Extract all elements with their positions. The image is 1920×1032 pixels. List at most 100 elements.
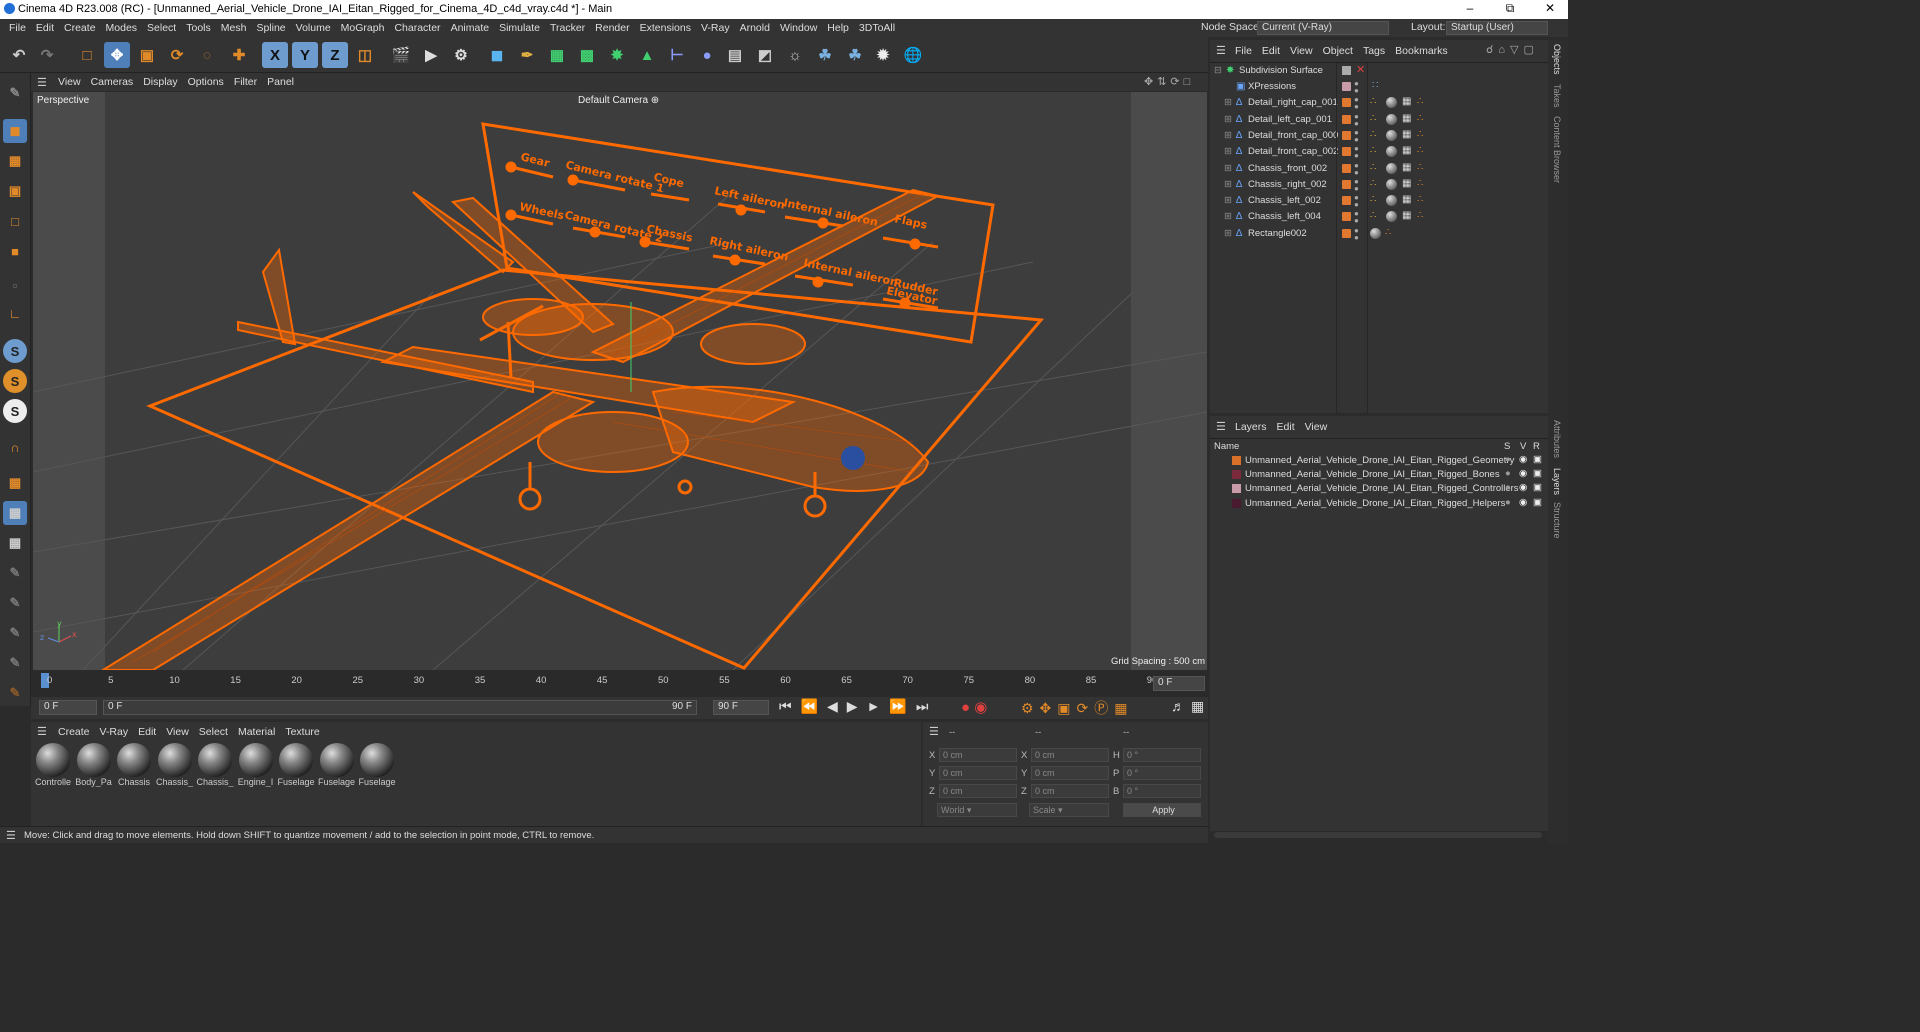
vray-tag-icon[interactable]: ∴ bbox=[1417, 210, 1423, 221]
eye-icon[interactable]: ◉ bbox=[1519, 482, 1527, 493]
collapse-icon[interactable]: ⊟ bbox=[1214, 65, 1222, 76]
layer-menu-item-1[interactable]: Edit bbox=[1272, 421, 1300, 433]
paint-icon[interactable]: ✎ bbox=[3, 561, 27, 585]
texture-tag-icon[interactable]: ▦ bbox=[1402, 162, 1411, 173]
layer-color-swatch[interactable] bbox=[1232, 470, 1241, 480]
constraint-tag-icon[interactable]: ∴ bbox=[1370, 145, 1376, 156]
layer-scrollbar[interactable] bbox=[1214, 832, 1542, 838]
material-swatch[interactable]: Fuselage bbox=[277, 743, 315, 793]
object-row[interactable]: ⊞ ∆ Detail_front_cap_002 ● ● ∴ ▦ ∴ bbox=[1210, 144, 1548, 160]
material-menu-item-6[interactable]: Texture bbox=[280, 726, 324, 738]
point-mode-icon[interactable]: ▣ bbox=[3, 179, 27, 203]
bend-deformer-icon[interactable]: ⊢ bbox=[664, 42, 690, 68]
vray-tag-icon[interactable]: ∴ bbox=[1385, 227, 1391, 238]
material-menu-item-4[interactable]: Select bbox=[194, 726, 233, 738]
layer-swatch[interactable] bbox=[1342, 147, 1351, 157]
object-search-icons[interactable]: ☌⌂▽▢ bbox=[1486, 43, 1539, 56]
texture-tag-icon[interactable]: ▦ bbox=[1402, 210, 1411, 221]
frame-range-slider[interactable]: 0 F 90 F bbox=[103, 700, 697, 715]
select-live-icon[interactable]: □ bbox=[74, 42, 100, 68]
texture-tag-icon[interactable]: ▦ bbox=[1402, 129, 1411, 140]
material-swatch[interactable]: Fuselage bbox=[358, 743, 396, 793]
menu-item-10[interactable]: Character bbox=[389, 22, 445, 34]
material-menu-item-2[interactable]: Edit bbox=[133, 726, 161, 738]
status-hamburger-icon[interactable]: ☰ bbox=[6, 829, 16, 842]
render-settings-icon[interactable]: ⚙ bbox=[448, 42, 474, 68]
z-axis-lock-button[interactable]: Z bbox=[322, 42, 348, 68]
menu-item-4[interactable]: Select bbox=[142, 22, 181, 34]
eye-icon[interactable]: ◉ bbox=[1519, 454, 1527, 465]
size-z-field[interactable]: 0 cm bbox=[1031, 784, 1109, 798]
object-menu-item-2[interactable]: View bbox=[1285, 45, 1318, 57]
visibility-dots-icon[interactable]: ● ● bbox=[1354, 161, 1359, 176]
timeline-view-icons[interactable]: ♬▦ bbox=[1171, 698, 1210, 715]
menu-item-12[interactable]: Simulate bbox=[494, 22, 545, 34]
field-icon[interactable]: ● bbox=[694, 42, 720, 68]
object-row[interactable]: ⊞ ∆ Detail_right_cap_001 ● ● ∴ ▦ ∴ bbox=[1210, 95, 1548, 111]
texture-tag-icon[interactable]: ▦ bbox=[1402, 96, 1411, 107]
menu-item-3[interactable]: Modes bbox=[101, 22, 143, 34]
visibility-dots-icon[interactable]: ● ● bbox=[1354, 226, 1359, 241]
material-tag-icon[interactable] bbox=[1386, 195, 1397, 207]
object-row-root[interactable]: ⊟ ✸ Subdivision Surface ✕ bbox=[1210, 63, 1548, 79]
layer-row[interactable]: Unmanned_Aerial_Vehicle_Drone_IAI_Eitan_… bbox=[1210, 468, 1548, 482]
object-menu-item-4[interactable]: Tags bbox=[1358, 45, 1390, 57]
minimize-icon[interactable]: – bbox=[1452, 1, 1488, 15]
keyframe-tools[interactable]: ⚙✥▣⟳Ⓟ▦ bbox=[1021, 698, 1133, 718]
constraint-tag-icon[interactable]: ∴ bbox=[1370, 113, 1376, 124]
coord-scale-select[interactable]: Scale ▾ bbox=[1029, 803, 1109, 817]
material-tag-icon[interactable] bbox=[1386, 113, 1397, 125]
object-row[interactable]: ⊞ ∆ Detail_front_cap_000 ● ● ∴ ▦ ∴ bbox=[1210, 128, 1548, 144]
rotation-h-field[interactable]: 0 ° bbox=[1123, 748, 1201, 762]
menu-item-17[interactable]: Arnold bbox=[735, 22, 775, 34]
texture-tag-icon[interactable]: ▦ bbox=[1402, 145, 1411, 156]
expand-icon[interactable]: ⊞ bbox=[1224, 146, 1232, 157]
layer-color-swatch[interactable] bbox=[1232, 498, 1241, 508]
array-generator-icon[interactable]: ✸ bbox=[604, 42, 630, 68]
material-swatch[interactable]: Chassis_ bbox=[196, 743, 234, 793]
uv-mode-icon[interactable]: ▫ bbox=[3, 273, 27, 297]
object-menu-item-1[interactable]: Edit bbox=[1257, 45, 1285, 57]
vray-globe-icon[interactable]: 🌐 bbox=[900, 42, 926, 68]
position-y-field[interactable]: 0 cm bbox=[939, 766, 1017, 780]
solo-dot-icon[interactable]: ● bbox=[1505, 454, 1511, 465]
material-menu-item-3[interactable]: View bbox=[161, 726, 194, 738]
layer-swatch[interactable] bbox=[1342, 82, 1351, 91]
visibility-dots-icon[interactable]: ● ● bbox=[1354, 80, 1359, 95]
viewport-menu-item-5[interactable]: Panel bbox=[262, 76, 299, 88]
object-row[interactable]: ⊞ ∆ Rectangle002 ● ● ∴ bbox=[1210, 226, 1548, 242]
smooth-icon[interactable]: ✎ bbox=[3, 621, 27, 645]
viewport-menu-item-3[interactable]: Options bbox=[183, 76, 229, 88]
redo-icon[interactable]: ↷ bbox=[34, 42, 60, 68]
expand-icon[interactable]: ⊞ bbox=[1224, 97, 1232, 108]
material-tag-icon[interactable] bbox=[1386, 178, 1397, 190]
magnet-icon[interactable]: ∩ bbox=[3, 435, 27, 459]
expand-icon[interactable]: ⊞ bbox=[1224, 130, 1232, 141]
visibility-dots-icon[interactable]: ● ● bbox=[1354, 96, 1359, 111]
layer-menu-item-2[interactable]: View bbox=[1300, 421, 1333, 433]
constraint-tag-icon[interactable]: ∴ bbox=[1370, 96, 1376, 107]
object-row[interactable]: ⊞ ∆ Chassis_left_004 ● ● ∴ ▦ ∴ bbox=[1210, 209, 1548, 225]
close-icon[interactable]: ✕ bbox=[1532, 1, 1568, 15]
undo-icon[interactable]: ↶ bbox=[6, 42, 32, 68]
viewport-perspective[interactable]: Gear Camera rotate 1 Cope Left aileron Inter… bbox=[33, 92, 1207, 670]
material-swatch[interactable]: Chassis bbox=[115, 743, 153, 793]
material-menu-item-1[interactable]: V-Ray bbox=[95, 726, 134, 738]
side-tab[interactable]: Content Browser bbox=[1552, 116, 1562, 183]
material-tag-icon[interactable] bbox=[1386, 146, 1397, 158]
layer-swatch[interactable] bbox=[1342, 228, 1351, 238]
menu-item-6[interactable]: Mesh bbox=[216, 22, 252, 34]
eye-icon[interactable]: ◉ bbox=[1519, 497, 1527, 508]
viewport-menu-item-2[interactable]: Display bbox=[138, 76, 182, 88]
node-space-select[interactable]: Current (V-Ray) bbox=[1257, 21, 1389, 35]
material-hamburger-icon[interactable]: ☰ bbox=[37, 725, 47, 738]
texture-tag-icon[interactable]: ▦ bbox=[1402, 194, 1411, 205]
python-generator-icon[interactable]: ☘ bbox=[842, 42, 868, 68]
apply-button[interactable]: Apply bbox=[1123, 803, 1201, 817]
coord-hamburger-icon[interactable]: ☰ bbox=[929, 725, 939, 738]
menu-item-14[interactable]: Render bbox=[590, 22, 634, 34]
end-frame-field[interactable]: 90 F bbox=[713, 700, 769, 715]
sculpt-icon[interactable]: ✎ bbox=[3, 591, 27, 615]
object-row[interactable]: ⊞ ∆ Detail_left_cap_001 ● ● ∴ ▦ ∴ bbox=[1210, 112, 1548, 128]
layer-row[interactable]: Unmanned_Aerial_Vehicle_Drone_IAI_Eitan_… bbox=[1210, 497, 1548, 511]
